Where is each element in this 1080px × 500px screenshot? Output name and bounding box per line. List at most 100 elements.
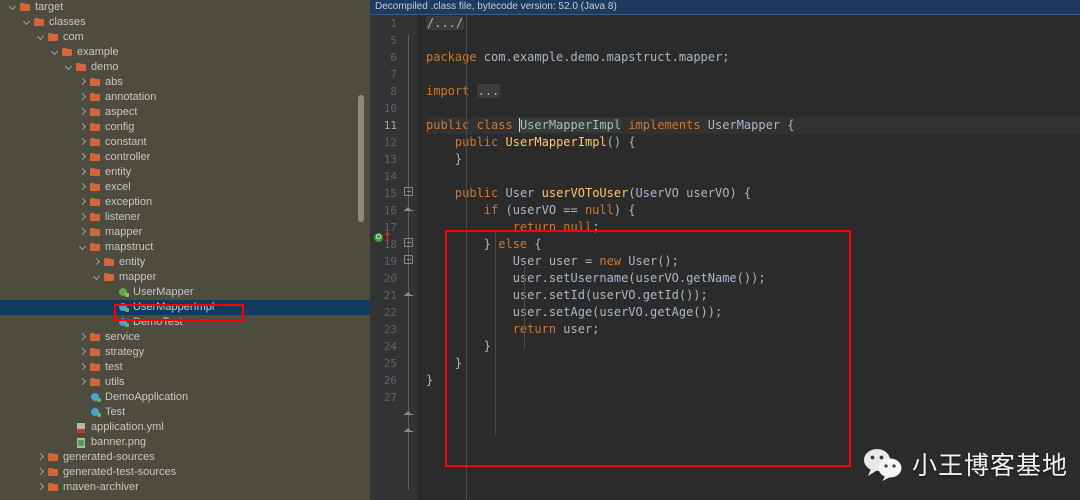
- tree-item-utils[interactable]: utils: [0, 375, 370, 390]
- tree-item-annotation[interactable]: annotation: [0, 90, 370, 105]
- tree-item-abs[interactable]: abs: [0, 75, 370, 90]
- project-tree-panel[interactable]: target classes com example demo abs annotation…: [0, 0, 370, 500]
- tree-item-banner-png[interactable]: banner.png: [0, 435, 370, 450]
- fold-marker-end-25[interactable]: [404, 425, 413, 434]
- line-number: 27: [383, 391, 397, 404]
- code-line[interactable]: [426, 32, 1080, 49]
- fold-marker-open-16[interactable]: [404, 255, 413, 264]
- code-line[interactable]: public UserMapperImpl() {: [426, 134, 1080, 151]
- code-line[interactable]: if (userVO == null) {: [426, 202, 1080, 219]
- code-line[interactable]: import ...: [426, 83, 1080, 100]
- tree-item-exception[interactable]: exception: [0, 195, 370, 210]
- chevron-right-icon[interactable]: [78, 360, 89, 375]
- tree-item-excel[interactable]: excel: [0, 180, 370, 195]
- tree-item-listener[interactable]: listener: [0, 210, 370, 225]
- code-line[interactable]: public class UserMapperImpl implements U…: [426, 117, 1080, 134]
- line-number: 24: [383, 340, 397, 353]
- tree-item-generated-sources[interactable]: generated-sources: [0, 450, 370, 465]
- fold-marker-end-24[interactable]: [404, 408, 413, 417]
- code-line[interactable]: [426, 66, 1080, 83]
- chevron-right-icon[interactable]: [78, 90, 89, 105]
- code-line[interactable]: /.../: [426, 15, 1080, 32]
- chevron-right-icon[interactable]: [78, 75, 89, 90]
- tree-item-demoapplication[interactable]: DemoApplication: [0, 390, 370, 405]
- chevron-down-icon[interactable]: [50, 45, 61, 60]
- tree-item-mapper[interactable]: mapper: [0, 270, 370, 285]
- tree-item-entity[interactable]: entity: [0, 165, 370, 180]
- folder-icon: [89, 330, 102, 345]
- implementing-method-icon[interactable]: O: [374, 233, 383, 242]
- chevron-right-icon[interactable]: [36, 465, 47, 480]
- tree-item-demotest[interactable]: DemoTest: [0, 315, 370, 330]
- fold-marker-end-13[interactable]: [404, 204, 413, 213]
- fold-marker-open-15[interactable]: [404, 238, 413, 247]
- tree-item-target[interactable]: target: [0, 0, 370, 15]
- tree-item-test[interactable]: test: [0, 360, 370, 375]
- tree-item-label: annotation: [105, 91, 157, 103]
- code-line[interactable]: return null;: [426, 219, 1080, 236]
- tree-item-label: DemoTest: [133, 316, 183, 328]
- code-line[interactable]: package com.example.demo.mapstruct.mappe…: [426, 49, 1080, 66]
- tree-item-test[interactable]: Test: [0, 405, 370, 420]
- tree-item-controller[interactable]: controller: [0, 150, 370, 165]
- chevron-right-icon[interactable]: [78, 105, 89, 120]
- tree-item-service[interactable]: service: [0, 330, 370, 345]
- tree-item-strategy[interactable]: strategy: [0, 345, 370, 360]
- chevron-right-icon[interactable]: [36, 480, 47, 495]
- chevron-right-icon[interactable]: [78, 135, 89, 150]
- tree-item-constant[interactable]: constant: [0, 135, 370, 150]
- chevron-right-icon[interactable]: [78, 165, 89, 180]
- chevron-down-icon[interactable]: [64, 60, 75, 75]
- tree-item-example[interactable]: example: [0, 45, 370, 60]
- code-line[interactable]: [426, 168, 1080, 185]
- tree-item-classes[interactable]: classes: [0, 15, 370, 30]
- chevron-right-icon[interactable]: [78, 210, 89, 225]
- folder-icon: [89, 360, 102, 375]
- chevron-down-icon[interactable]: [8, 0, 19, 15]
- tree-item-com[interactable]: com: [0, 30, 370, 45]
- class-icon: [117, 300, 130, 315]
- code-line[interactable]: }: [426, 355, 1080, 372]
- chevron-down-icon[interactable]: [92, 270, 103, 285]
- tree-item-demo[interactable]: demo: [0, 60, 370, 75]
- code-line[interactable]: public User userVOToUser(UserVO userVO) …: [426, 185, 1080, 202]
- chevron-right-icon[interactable]: [78, 195, 89, 210]
- tree-item-mapstruct[interactable]: mapstruct: [0, 240, 370, 255]
- tree-item-aspect[interactable]: aspect: [0, 105, 370, 120]
- tree-item-config[interactable]: config: [0, 120, 370, 135]
- chevron-down-icon[interactable]: [22, 15, 33, 30]
- chevron-right-icon[interactable]: [36, 450, 47, 465]
- tree-item-mapper[interactable]: mapper: [0, 225, 370, 240]
- tree-item-application-yml[interactable]: application.yml: [0, 420, 370, 435]
- tree-item-label: utils: [105, 376, 125, 388]
- project-tree[interactable]: target classes com example demo abs annotation…: [0, 0, 370, 495]
- tree-item-usermapper[interactable]: UserMapper: [0, 285, 370, 300]
- tree-item-generated-test-sources[interactable]: generated-test-sources: [0, 465, 370, 480]
- fold-marker-end-18[interactable]: [404, 289, 413, 298]
- chevron-right-icon[interactable]: [78, 345, 89, 360]
- tree-item-entity[interactable]: entity: [0, 255, 370, 270]
- chevron-right-icon[interactable]: [92, 255, 103, 270]
- tree-item-usermapperimpl[interactable]: UserMapperImpl: [0, 300, 370, 315]
- chevron-right-icon[interactable]: [78, 330, 89, 345]
- sidebar-scrollbar[interactable]: [358, 95, 364, 222]
- fold-marker-open-12[interactable]: [404, 187, 413, 196]
- code-text[interactable]: /.../ package com.example.demo.mapstruct…: [417, 15, 1080, 500]
- chevron-right-icon[interactable]: [78, 225, 89, 240]
- code-line[interactable]: }: [426, 372, 1080, 389]
- chevron-right-icon[interactable]: [78, 150, 89, 165]
- code-line[interactable]: }: [426, 151, 1080, 168]
- tree-item-label: exception: [105, 196, 153, 208]
- code-line[interactable]: [426, 100, 1080, 117]
- tree-item-label: Test: [105, 406, 126, 418]
- code-line[interactable]: [426, 389, 1080, 406]
- chevron-down-icon[interactable]: [78, 240, 89, 255]
- folder-icon: [89, 90, 102, 105]
- chevron-right-icon[interactable]: [78, 120, 89, 135]
- chevron-down-icon[interactable]: [36, 30, 47, 45]
- editor-gutter[interactable]: 1 5 6 7 8 10 11 12 13 14 15 16 17 18 19 20 21 22 23 24 25 26 2…: [370, 15, 417, 500]
- tree-item-maven-archiver[interactable]: maven-archiver: [0, 480, 370, 495]
- code-line[interactable]: } else {: [426, 236, 1080, 253]
- chevron-right-icon[interactable]: [78, 375, 89, 390]
- chevron-right-icon[interactable]: [78, 180, 89, 195]
